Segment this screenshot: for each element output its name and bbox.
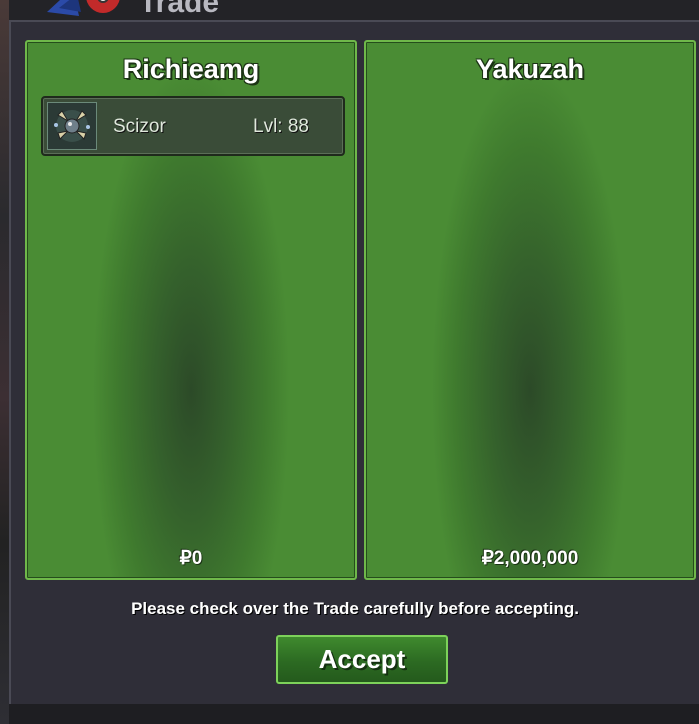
accept-button[interactable]: Accept [276, 635, 448, 684]
right-player-name: Yakuzah [475, 54, 585, 84]
pokemon-name: Scizor [113, 116, 166, 137]
title-bar[interactable]: Trade [9, 0, 699, 20]
offered-pokemon-item[interactable]: Scizor Lvl: 88 [41, 96, 345, 156]
trade-warning-message: Please check over the Trade carefully be… [131, 599, 579, 618]
left-player-name: Richieamg [122, 54, 260, 84]
bottom-band [9, 704, 699, 724]
left-offer-panel: Richieamg Scizor Lvl: 88 ₽0 [25, 40, 357, 580]
right-offer-panel: Yakuzah ₽2,000,000 [364, 40, 696, 580]
background-strip [0, 0, 9, 724]
pokemon-level: Lvl: 88 [253, 116, 309, 137]
left-money: ₽0 [179, 548, 203, 569]
window-title: Trade [139, 0, 220, 19]
trade-window: Richieamg Scizor Lvl: 88 ₽0 Yakuzah ₽2,0… [9, 20, 699, 708]
right-money: ₽2,000,000 [481, 548, 579, 569]
scizor-icon [47, 102, 97, 150]
